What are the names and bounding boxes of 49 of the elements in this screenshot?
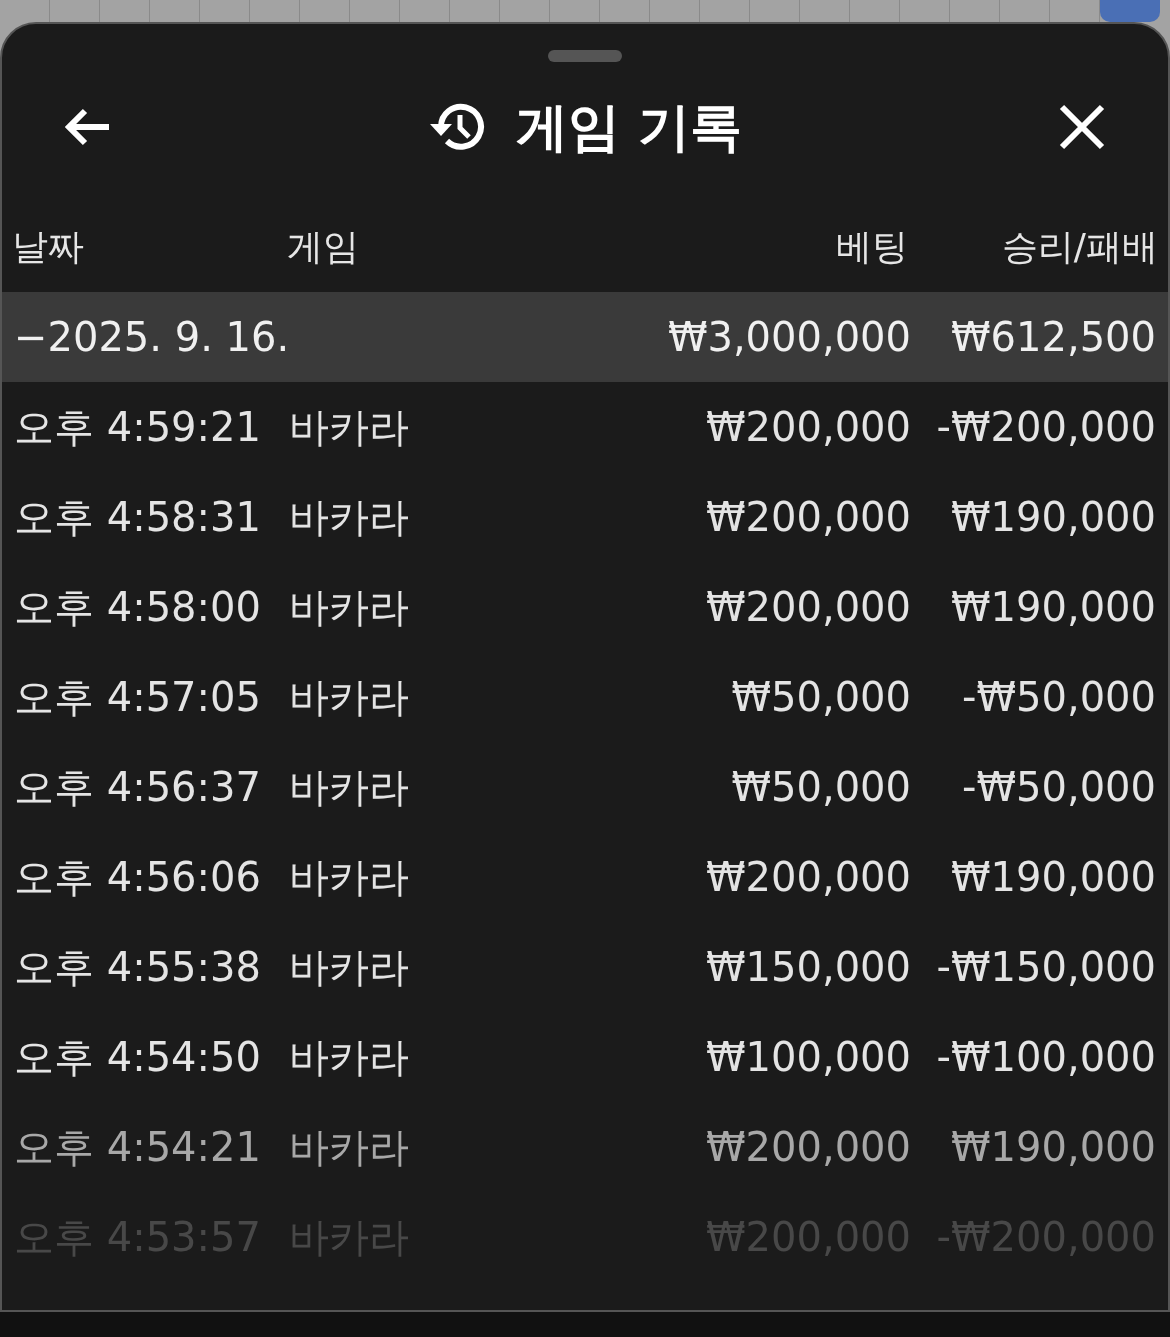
game-cell-text: 바카라 [289,493,410,542]
result-cell-text: ₩190,000 [950,583,1156,632]
game-cell-text: 바카라 [289,1033,410,1082]
result-cell-text: -₩200,000 [935,403,1156,452]
date-group-row[interactable]: −2025. 9. 16. ₩3,000,000 ₩612,500 [2,292,1168,382]
bet-cell-text: ₩200,000 [705,493,911,542]
time-cell-text: 오후 4:57:05 [14,673,262,722]
time-cell-text: 오후 4:56:06 [14,853,262,902]
bet-cell-text: ₩150,000 [705,943,911,992]
time-cell-text: 오후 4:58:31 [14,493,262,542]
result-cell-text: ₩190,000 [950,493,1156,542]
app-icon [1100,0,1160,22]
bet-cell-text: ₩200,000 [705,1123,911,1172]
group-bet-total: ₩3,000,000 [666,313,911,362]
bet-cell-text: ₩200,000 [705,853,911,902]
collapse-toggle[interactable]: − [14,307,48,367]
result-cell-text: -₩100,000 [935,1033,1156,1082]
column-header[interactable]: 베팅 [608,220,908,274]
game-cell-text: 바카라 [289,583,410,632]
column-header[interactable]: 게임 [287,220,608,274]
game-cell-text: 바카라 [289,763,410,812]
game-cell-text: 바카라 [289,943,410,992]
time-cell-text: 오후 4:56:37 [14,763,262,812]
sheet-title: 게임 기록 [515,96,743,159]
group-result-total: ₩612,500 [950,313,1156,362]
column-header[interactable]: 날짜 [12,220,287,274]
result-cell-text: ₩190,000 [950,1123,1156,1172]
bet-cell-text: ₩50,000 [730,763,911,812]
game-cell-text: 바카라 [289,853,410,902]
result-cell-text: ₩190,000 [950,853,1156,902]
bet-cell-text: ₩200,000 [705,403,911,452]
game-cell-text: 바카라 [289,1123,410,1172]
column-header[interactable]: 승리/패배 [908,220,1158,274]
result-cell-text: -₩50,000 [961,763,1156,812]
bet-cell-text: ₩50,000 [730,673,911,722]
time-cell-text: 오후 4:55:38 [14,943,262,992]
result-cell-text: -₩150,000 [935,943,1156,992]
group-date: 2025. 9. 16. [47,313,290,362]
time-cell-text: 오후 4:58:00 [14,583,262,632]
time-cell-text: 오후 4:54:21 [14,1123,262,1172]
time-cell-text: 오후 4:59:21 [14,403,262,452]
time-cell-text: 오후 4:54:50 [14,1033,262,1082]
bet-cell-text: ₩100,000 [705,1033,911,1082]
result-cell-text: -₩50,000 [961,673,1156,722]
game-cell-text: 바카라 [289,403,410,452]
game-cell-text: 바카라 [289,673,410,722]
close-icon [1058,103,1106,151]
drag-handle[interactable] [548,50,622,62]
bet-cell-text: ₩200,000 [705,583,911,632]
